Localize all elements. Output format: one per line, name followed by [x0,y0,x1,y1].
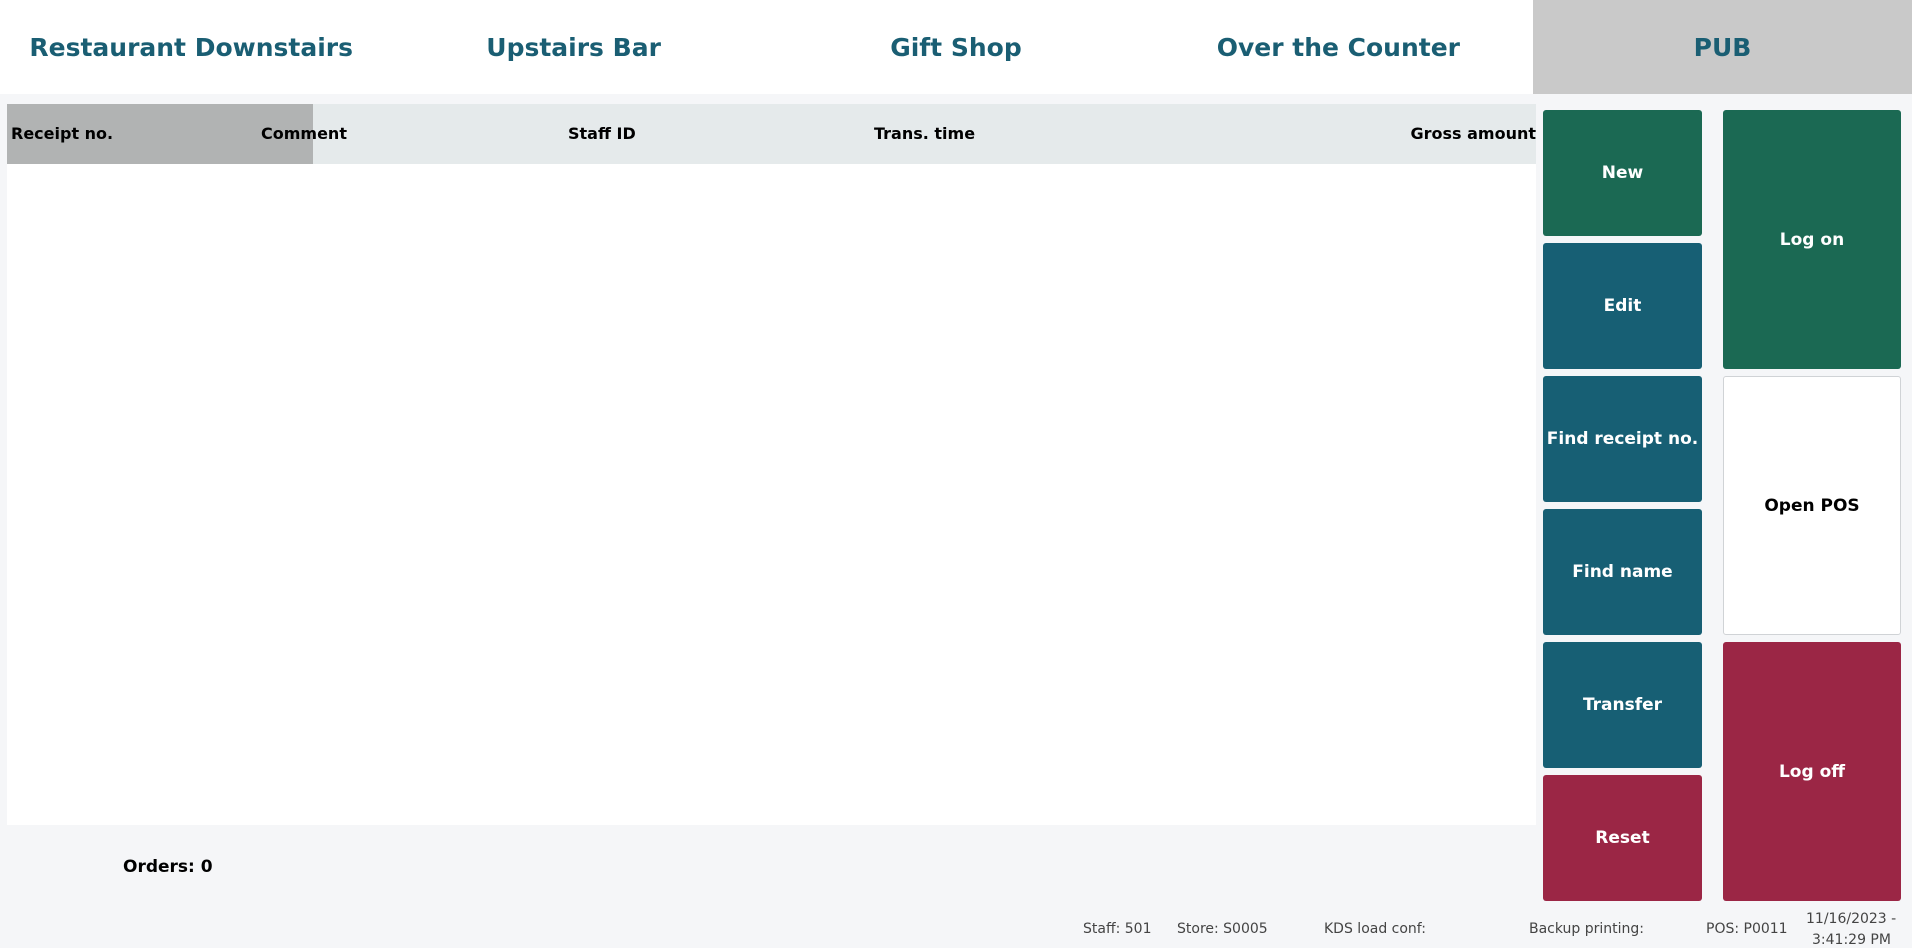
edit-button[interactable]: Edit [1543,243,1702,369]
new-button[interactable]: New [1543,110,1702,236]
tab-pub[interactable]: PUB [1533,0,1912,94]
status-time: 3:41:29 PM [1812,932,1891,948]
status-pos: POS: P0011 [1706,921,1788,937]
orders-count: Orders: 0 [123,857,213,877]
transfer-button[interactable]: Transfer [1543,642,1702,768]
column-trans-time[interactable]: Trans. time [870,104,975,164]
tab-restaurant-downstairs[interactable]: Restaurant Downstairs [0,0,382,94]
column-staff-id[interactable]: Staff ID [564,104,636,164]
find-name-button[interactable]: Find name [1543,509,1702,635]
status-date: 11/16/2023 - [1806,911,1897,927]
log-on-button[interactable]: Log on [1723,110,1901,369]
log-off-button[interactable]: Log off [1723,642,1901,901]
tab-gift-shop[interactable]: Gift Shop [765,0,1147,94]
status-store: Store: S0005 [1177,921,1268,937]
status-staff: Staff: 501 [1083,921,1152,937]
status-kds: KDS load conf: [1324,921,1426,937]
tab-over-the-counter[interactable]: Over the Counter [1147,0,1529,94]
table-header: Receipt no. Comment Staff ID Trans. time… [7,104,1536,164]
status-backup-printing: Backup printing: [1529,921,1645,937]
open-pos-button[interactable]: Open POS [1723,376,1901,635]
reset-button[interactable]: Reset [1543,775,1702,901]
orders-table: Receipt no. Comment Staff ID Trans. time… [7,104,1536,825]
tab-upstairs-bar[interactable]: Upstairs Bar [382,0,764,94]
column-gross-amount[interactable]: Gross amount [1406,104,1536,164]
find-receipt-button[interactable]: Find receipt no. [1543,376,1702,502]
column-comment[interactable]: Comment [257,104,347,164]
store-tabs: Restaurant Downstairs Upstairs Bar Gift … [0,0,1912,94]
